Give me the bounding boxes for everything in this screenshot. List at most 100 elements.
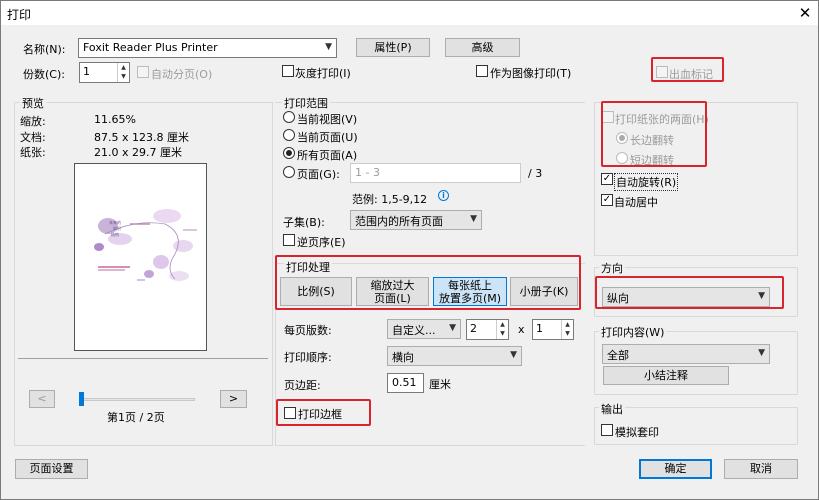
simulate-overprint-label: 模拟套印 — [615, 426, 659, 439]
tab-multiple-pages-per-sheet[interactable]: 每张纸上 放置多页(M) — [433, 277, 507, 306]
print-border-checkbox[interactable] — [284, 407, 296, 419]
page-order-value: 横向 — [392, 351, 414, 364]
range-current-page-radio[interactable] — [283, 129, 295, 141]
subset-label: 子集(B): — [283, 216, 325, 229]
document-size-value: 87.5 x 123.8 厘米 — [94, 131, 189, 144]
subset-select-value: 范围内的所有页面 — [355, 215, 443, 228]
short-edge-label: 短边翻转 — [630, 154, 674, 167]
margin-input[interactable]: 0.51 — [387, 373, 424, 393]
long-edge-radio[interactable] — [616, 132, 628, 144]
paper-size-value: 21.0 x 29.7 厘米 — [94, 146, 182, 159]
grayscale-label: 灰度打印(I) — [295, 67, 351, 80]
preview-thumbnail-image: 未来的 知识 结构 — [75, 164, 206, 350]
spin-arrows-icon[interactable]: ▲ ▼ — [496, 320, 508, 339]
auto-center-label: 自动居中 — [614, 196, 658, 209]
short-edge-radio[interactable] — [616, 152, 628, 164]
properties-button[interactable]: 属性(P) — [356, 38, 430, 57]
thumbnail-text: 结构 — [111, 231, 119, 237]
page-range-input[interactable]: 1 - 3 — [350, 163, 521, 183]
document-size-label: 文档: — [20, 131, 46, 144]
pages-per-sheet-select[interactable]: 自定义... ▼ — [387, 319, 461, 339]
spin-arrows-icon[interactable]: ▲ ▼ — [117, 63, 129, 82]
chevron-down-icon: ▼ — [510, 350, 517, 360]
range-all-pages-label: 所有页面(A) — [297, 149, 358, 162]
page-slider[interactable] — [79, 398, 195, 401]
print-content-label: 打印内容(W) — [599, 324, 667, 340]
chevron-down-icon: ▼ — [325, 42, 332, 52]
print-content-value: 全部 — [607, 349, 629, 362]
collate-label: 自动分页(O) — [151, 68, 213, 81]
printer-select-value: Foxit Reader Plus Printer — [83, 41, 218, 54]
subset-select[interactable]: 范围内的所有页面 ▼ — [350, 210, 482, 230]
page-setup-button[interactable]: 页面设置 — [15, 459, 88, 479]
previous-page-button[interactable]: < — [29, 390, 55, 408]
printer-select[interactable]: Foxit Reader Plus Printer ▼ — [78, 38, 337, 58]
spin-arrows-icon[interactable]: ▲ ▼ — [561, 320, 573, 339]
duplex-label: 打印纸张的两面(H) — [615, 113, 709, 126]
preview-divider — [18, 358, 268, 359]
page-order-label: 打印顺序: — [284, 351, 332, 364]
title-bar: 打印 ✕ — [1, 1, 818, 25]
orientation-label: 方向 — [599, 260, 625, 276]
columns-value: 2 — [470, 322, 477, 335]
zoom-label: 缩放: — [20, 115, 46, 128]
page-preview: 未来的 知识 结构 — [74, 163, 207, 351]
times-sign: x — [518, 323, 525, 336]
rows-stepper[interactable]: 1 ▲ ▼ — [532, 319, 574, 340]
margin-unit: 厘米 — [429, 378, 451, 391]
auto-center-checkbox[interactable]: ✓ — [601, 194, 613, 206]
range-current-view-radio[interactable] — [283, 111, 295, 123]
reverse-order-label: 逆页序(E) — [297, 236, 346, 249]
print-content-select[interactable]: 全部 ▼ — [602, 344, 770, 364]
close-icon[interactable]: ✕ — [793, 2, 817, 24]
bleed-marks-label: 出血标记 — [669, 68, 713, 81]
orientation-value: 纵向 — [607, 292, 629, 305]
page-total: / 3 — [528, 167, 543, 180]
tab-scale[interactable]: 比例(S) — [280, 277, 352, 306]
range-all-pages-radio[interactable] — [283, 147, 295, 159]
tab-booklet[interactable]: 小册子(K) — [510, 277, 578, 306]
output-label: 输出 — [599, 401, 625, 417]
duplex-checkbox[interactable] — [602, 111, 614, 123]
long-edge-label: 长边翻转 — [630, 134, 674, 147]
margin-label: 页边距: — [284, 379, 321, 392]
margin-value: 0.51 — [392, 376, 417, 389]
range-current-page-label: 当前页面(U) — [297, 131, 358, 144]
info-icon[interactable]: i — [438, 190, 449, 201]
print-dialog: 打印 ✕ 名称(N): Foxit Reader Plus Printer ▼ … — [0, 0, 819, 500]
bleed-marks-checkbox[interactable] — [656, 66, 668, 78]
reverse-order-checkbox[interactable] — [283, 234, 295, 246]
summarize-comments-button[interactable]: 小结注释 — [603, 366, 729, 385]
range-pages-label: 页面(G): — [297, 168, 340, 181]
print-border-label: 打印边框 — [298, 408, 342, 421]
advanced-button[interactable]: 高级 — [445, 38, 520, 57]
paper-size-label: 纸张: — [20, 146, 46, 159]
copies-stepper[interactable]: 1 ▲ ▼ — [79, 62, 130, 83]
ok-button[interactable]: 确定 — [639, 459, 712, 479]
print-as-image-checkbox[interactable] — [476, 65, 488, 77]
page-order-select[interactable]: 横向 ▼ — [387, 346, 522, 366]
copies-value: 1 — [83, 65, 90, 78]
print-range-label: 打印范围 — [282, 95, 330, 111]
page-slider-thumb[interactable] — [79, 392, 84, 406]
range-example-text: 范例: 1,5-9,12 — [352, 193, 428, 206]
pages-per-sheet-label: 每页版数: — [284, 324, 332, 337]
grayscale-checkbox[interactable] — [282, 65, 294, 77]
page-range-placeholder: 1 - 3 — [355, 166, 380, 179]
auto-rotate-checkbox[interactable]: ✓ — [601, 173, 613, 185]
print-as-image-label: 作为图像打印(T) — [490, 67, 572, 80]
chevron-down-icon: ▼ — [470, 214, 477, 224]
copies-label: 份数(C): — [23, 68, 65, 81]
collate-checkbox[interactable] — [137, 66, 149, 78]
next-page-button[interactable]: > — [220, 390, 247, 408]
tab-shrink-oversized[interactable]: 缩放过大 页面(L) — [356, 277, 429, 306]
print-handling-label: 打印处理 — [284, 259, 332, 275]
dialog-title: 打印 — [7, 8, 32, 22]
zoom-value: 11.65% — [94, 113, 136, 126]
range-pages-radio[interactable] — [283, 166, 295, 178]
simulate-overprint-checkbox[interactable] — [601, 424, 613, 436]
auto-rotate-label: 自动旋转(R) — [614, 173, 679, 191]
orientation-select[interactable]: 纵向 ▼ — [602, 287, 770, 307]
cancel-button[interactable]: 取消 — [724, 459, 798, 479]
columns-stepper[interactable]: 2 ▲ ▼ — [466, 319, 509, 340]
